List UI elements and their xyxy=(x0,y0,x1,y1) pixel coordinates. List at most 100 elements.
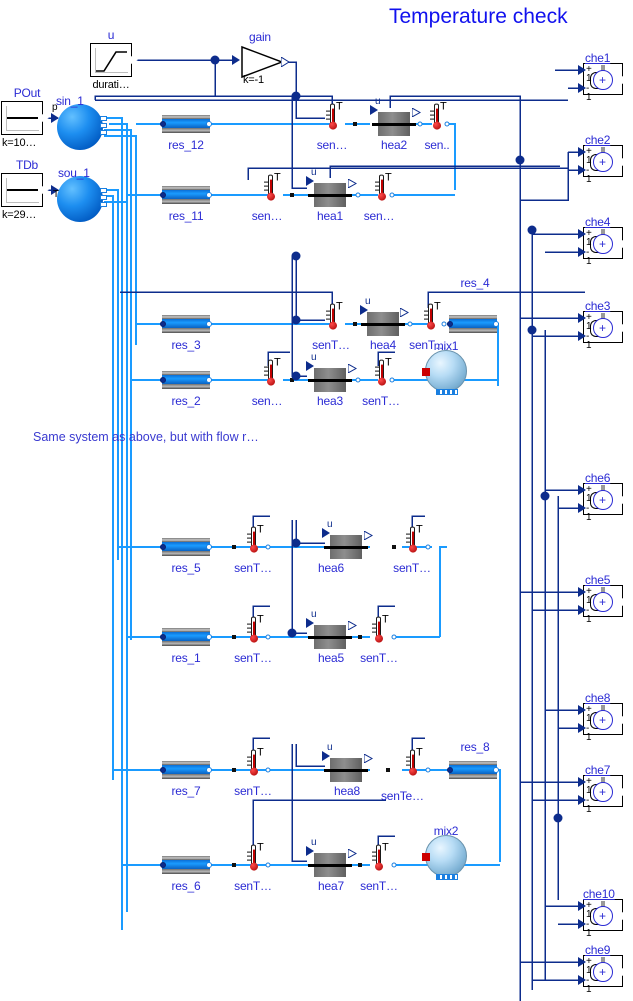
pout-constant-line xyxy=(7,117,38,119)
check-block[interactable]: +1 -1 + xyxy=(583,585,629,625)
heater-icon[interactable] xyxy=(361,312,405,336)
row-res-label: res_11 xyxy=(168,209,204,223)
row-heater-label: hea2 xyxy=(381,138,407,152)
signal-bus-junction xyxy=(527,325,537,335)
row-tail-label: res_4 xyxy=(460,276,490,290)
source-sphere-sou1[interactable] xyxy=(57,176,103,222)
source-port-letter: T xyxy=(53,189,59,200)
row-heater-label: hea6 xyxy=(318,561,344,575)
check-label: che9 xyxy=(585,943,611,957)
tdb-axis-x xyxy=(6,202,39,203)
temperature-sensor-icon[interactable]: T xyxy=(406,524,423,557)
temperature-sensor-icon[interactable]: T xyxy=(264,172,281,205)
temperature-sensor-icon[interactable]: T xyxy=(406,747,423,780)
check-block[interactable]: +1 -1 + xyxy=(583,899,629,939)
row-sensor-out-label: sen… xyxy=(363,209,395,223)
check-block[interactable]: +1 -1 + xyxy=(583,63,629,103)
tdb-constant-line xyxy=(7,189,38,191)
row-res-label: res_12 xyxy=(168,138,204,152)
signal-bus-junction xyxy=(553,813,563,823)
mixer-icon[interactable] xyxy=(422,350,467,395)
heater-icon[interactable] xyxy=(324,535,368,559)
row-res-label: res_2 xyxy=(171,394,201,408)
heater-output-port-icon xyxy=(348,364,357,373)
temperature-sensor-icon[interactable]: T xyxy=(247,842,264,875)
heater-icon[interactable] xyxy=(372,112,416,136)
tdb-output-port[interactable] xyxy=(42,186,49,194)
row-tail-label: mix2 xyxy=(433,824,459,838)
check-block[interactable]: +1 -1 + xyxy=(583,145,629,185)
row-res-label: res_5 xyxy=(171,561,201,575)
sink-port-letter: p xyxy=(52,102,58,113)
check-block[interactable]: +1 -1 + xyxy=(583,311,629,351)
temperature-sensor-icon[interactable]: T xyxy=(326,101,343,134)
heater-output-port-icon xyxy=(412,108,421,117)
temperature-sensor-icon[interactable]: T xyxy=(264,357,281,390)
heater-icon[interactable] xyxy=(308,625,352,649)
tdb-label: TDb xyxy=(15,158,39,172)
pout-output-port[interactable] xyxy=(42,114,49,122)
source-ports-sou1[interactable] xyxy=(100,188,109,210)
resistor-icon[interactable] xyxy=(160,856,212,874)
row-tail-label: res_8 xyxy=(460,740,490,754)
check-label: che3 xyxy=(585,299,611,313)
resistor-icon[interactable] xyxy=(160,315,212,333)
heater-icon[interactable] xyxy=(308,368,352,392)
check-block[interactable]: +1 -1 + xyxy=(583,955,629,995)
check-block[interactable]: +1 -1 + xyxy=(583,775,629,815)
source-label: sou_1 xyxy=(58,166,90,180)
temperature-sensor-icon[interactable]: T xyxy=(372,842,389,875)
temperature-sensor-icon[interactable]: T xyxy=(247,524,264,557)
signal-bus-junction xyxy=(527,225,537,235)
check-block[interactable]: +1 -1 + xyxy=(583,483,629,523)
heater-icon[interactable] xyxy=(308,853,352,877)
resistor-icon[interactable] xyxy=(160,186,212,204)
ramp-source-block[interactable] xyxy=(90,43,138,77)
check-label: che10 xyxy=(583,887,615,901)
heater-input-letter: u xyxy=(311,609,317,620)
heater-input-letter: u xyxy=(311,167,317,178)
heater-icon[interactable] xyxy=(308,183,352,207)
resistor-icon[interactable] xyxy=(160,761,212,779)
resistor-icon[interactable] xyxy=(160,371,212,389)
heater-icon[interactable] xyxy=(324,758,368,782)
ramp-duration-param: durati… xyxy=(92,79,130,91)
temperature-sensor-icon[interactable]: T xyxy=(247,747,264,780)
row-sensor-in-label: sen… xyxy=(251,209,283,223)
pout-constant-block[interactable] xyxy=(1,101,49,135)
temperature-sensor-icon[interactable]: T xyxy=(375,172,392,205)
temperature-sensor-icon[interactable]: T xyxy=(326,301,343,334)
resistor-icon[interactable] xyxy=(160,115,212,133)
heater-input-letter: u xyxy=(311,837,317,848)
gain-output-port-icon xyxy=(281,57,290,67)
check-block[interactable]: +1 -1 + xyxy=(583,227,629,267)
temperature-sensor-icon[interactable]: T xyxy=(424,301,441,334)
temperature-sensor-icon[interactable]: T xyxy=(372,614,389,647)
ramp-signal-junction xyxy=(210,55,220,65)
tdb-k-param: k=29… xyxy=(2,209,37,221)
temperature-sensor-icon[interactable]: T xyxy=(375,357,392,390)
resistor-icon[interactable] xyxy=(447,315,499,333)
gain-input-arrow-icon xyxy=(232,55,240,65)
resistor-icon[interactable] xyxy=(447,761,499,779)
row-sensor-out-label: senT… xyxy=(360,651,398,665)
ramp-output-port[interactable] xyxy=(131,56,138,64)
tdb-constant-block[interactable] xyxy=(1,173,49,207)
check-label: che6 xyxy=(585,471,611,485)
signal-bus-junction xyxy=(540,491,550,501)
page-title: Temperature check xyxy=(389,5,568,28)
row-res-label: res_6 xyxy=(171,879,201,893)
row-res-label: res_1 xyxy=(171,651,201,665)
resistor-icon[interactable] xyxy=(160,538,212,556)
sink-sphere-sin1[interactable] xyxy=(57,104,103,150)
heater-input-letter: u xyxy=(327,742,333,753)
temperature-sensor-icon[interactable]: T xyxy=(430,101,447,134)
check-block[interactable]: +1 -1 + xyxy=(583,703,629,743)
temperature-sensor-icon[interactable]: T xyxy=(247,614,264,647)
heater-output-port-icon xyxy=(364,531,373,540)
row-sensor-out-label: sen.. xyxy=(424,138,450,152)
sink-ports-sin1[interactable] xyxy=(100,116,109,138)
row-sensor-in-label: sen… xyxy=(316,138,348,152)
resistor-icon[interactable] xyxy=(160,628,212,646)
mixer-icon[interactable] xyxy=(422,835,467,880)
